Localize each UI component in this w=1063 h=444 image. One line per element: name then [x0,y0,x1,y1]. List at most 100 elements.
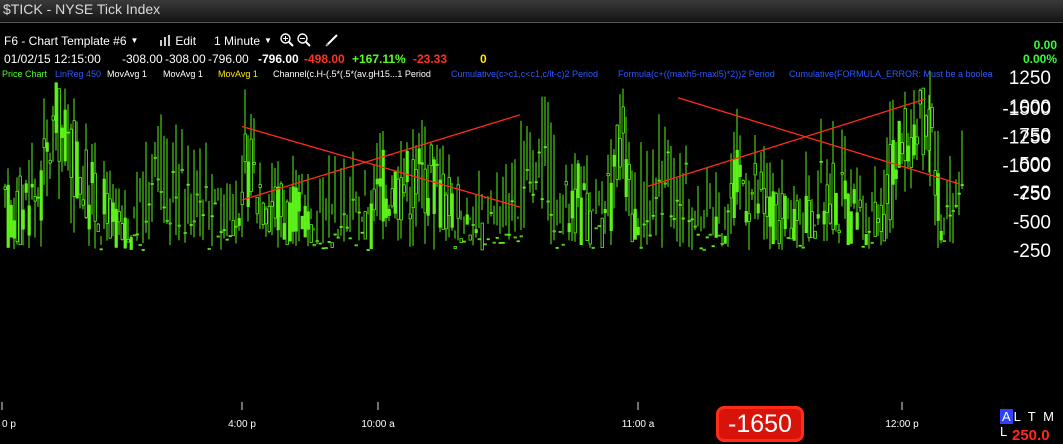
candle-body [756,203,760,214]
candle-body [681,217,685,220]
candle-body [825,184,829,213]
candle-body [525,169,529,171]
candle-body [165,219,169,222]
candle-body [684,162,688,165]
x-tick-label: 10:00 a [361,419,395,430]
candle-body [567,223,571,233]
candle-body [285,201,289,246]
candle-body [75,141,79,199]
candle-body [288,202,292,242]
candle-body [942,240,946,243]
candle-body [141,249,145,251]
candle-body [84,149,88,218]
candle-body [432,159,436,214]
candle-body [480,222,484,251]
candle-body [921,87,925,156]
candle-body [714,216,718,238]
candle-body [846,193,850,246]
candle-body [945,205,949,208]
candle-body [855,212,859,230]
candle-body [870,241,874,244]
candle-body [693,225,697,228]
candle-body [297,191,301,212]
candle-body [306,211,310,230]
candle-body [150,183,154,185]
candle-body [888,144,892,221]
candle-body [630,213,634,243]
candle-body [786,237,790,239]
candle-body [186,183,190,186]
candle-body [615,124,619,180]
candle-body [96,223,100,232]
candle-body [240,191,244,205]
candle-body [897,120,901,168]
candle-body [303,205,307,238]
candle-body [489,212,493,214]
candle-body [258,184,262,188]
candle-body [879,204,883,232]
candle-body [813,230,817,239]
candle-body [912,124,916,156]
candle-body [915,136,919,145]
candle-body [609,182,613,232]
candle-body [66,131,70,134]
candle-body [891,139,895,185]
candle-body [12,220,16,239]
candle-body [54,82,58,133]
candle-body [564,181,568,186]
candle-body [360,231,364,234]
candle-body [930,106,934,128]
candle-body [957,192,961,195]
candle-body [222,229,226,232]
candle-body [645,220,649,223]
candle-body [315,240,319,243]
candle-body [117,211,121,223]
candle-body [765,196,769,217]
candle-body [114,208,118,248]
x-tick-label: 0 p [2,419,16,430]
candle-body [537,151,541,154]
candle-body [759,171,763,190]
candle-body [810,211,814,238]
candle-series [3,71,964,251]
candle-body [816,214,820,219]
candle-body [468,234,472,241]
candle-body [477,238,481,241]
candle-body [267,205,271,232]
candle-body [588,210,592,245]
candle-body [531,193,535,196]
volume-readout: 250.0 [1012,427,1050,444]
x-tick-label: 4:00 p [228,419,256,430]
candle-body [483,243,487,246]
candle-body [549,213,553,216]
candle-body [594,227,598,230]
candle-body [708,233,712,236]
y-tick-label: 1250 [1009,68,1051,89]
candle-body [552,230,556,233]
candle-body [63,109,67,162]
candle-body [111,202,115,222]
candle-body [798,244,802,247]
candle-body [834,192,838,225]
candle-body [510,200,514,203]
candle-body [369,203,373,250]
candle-body [702,248,706,251]
candle-body [378,178,382,187]
candle-body [132,234,136,237]
candle-body [321,247,325,250]
candle-body [624,159,628,197]
candle-body [219,231,223,233]
candle-body [804,195,808,234]
candle-body [429,144,433,166]
scale-mode-a-button[interactable]: A [1000,409,1013,424]
candle-body [204,186,208,188]
candle-body [78,177,82,195]
candle-body [15,190,19,242]
candle-body [30,183,34,188]
candle-body [447,177,451,217]
candle-body [249,138,253,192]
price-chart[interactable]: 12501000750500250-250-500-750-1000-1250-… [0,0,1063,444]
y-tick-label: -1500 [1002,99,1051,120]
candle-body [861,245,865,248]
candle-body [858,199,862,208]
